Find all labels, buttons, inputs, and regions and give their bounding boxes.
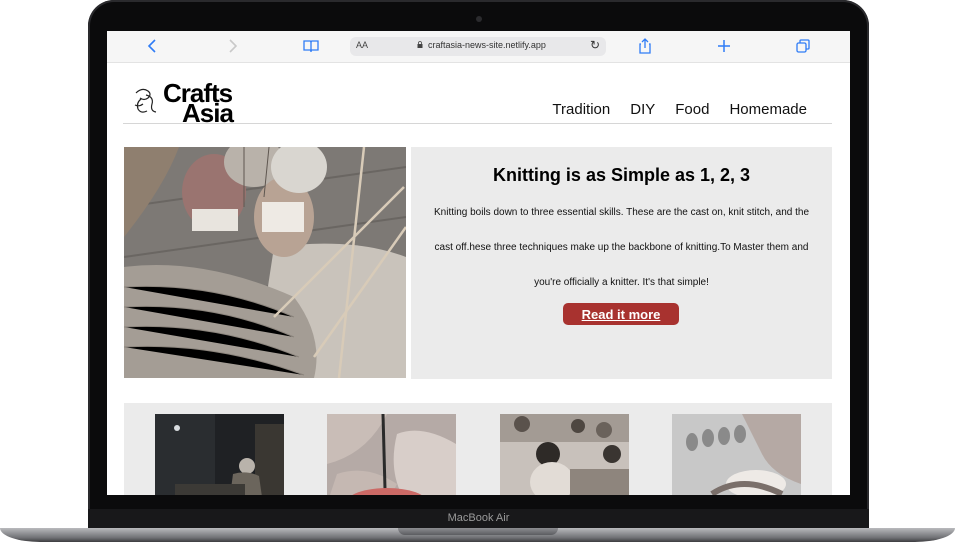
reload-icon[interactable]: ↻ — [590, 38, 600, 52]
hero-panel: Knitting is as Simple as 1, 2, 3 Knittin… — [411, 147, 832, 379]
nav-homemade[interactable]: Homemade — [729, 101, 807, 118]
main-nav: Tradition DIY Food Homemade — [552, 101, 807, 118]
read-more-button[interactable]: Read it more — [563, 303, 679, 325]
address-bar[interactable]: AA craftasia-news-site.netlify.app ↻ — [350, 37, 606, 56]
browser-toolbar: AA craftasia-news-site.netlify.app ↻ — [107, 31, 850, 63]
hero-title: Knitting is as Simple as 1, 2, 3 — [492, 165, 751, 185]
nav-tradition[interactable]: Tradition — [552, 101, 610, 118]
thumbnail-pottery[interactable] — [672, 414, 801, 495]
laptop-notch — [398, 528, 558, 535]
screen: AA craftasia-news-site.netlify.app ↻ Cra… — [107, 31, 850, 495]
book-icon[interactable] — [301, 36, 321, 56]
thumbnail-workshop[interactable] — [500, 414, 629, 495]
thumbnail-craftsman[interactable] — [155, 414, 284, 495]
hero-body: Knitting boils down to three essential s… — [433, 207, 810, 288]
plus-icon[interactable] — [714, 36, 734, 56]
back-icon[interactable] — [143, 36, 163, 56]
logo-icon — [134, 88, 157, 113]
site-header: Crafts Asia Tradition DIY Food Homemade — [123, 71, 832, 126]
thumbnail-painting[interactable] — [327, 414, 456, 495]
model-label: MacBook Air — [447, 512, 510, 524]
nav-diy[interactable]: DIY — [630, 101, 655, 118]
share-icon[interactable] — [635, 36, 655, 56]
nav-food[interactable]: Food — [675, 101, 709, 118]
tabs-icon[interactable] — [793, 36, 813, 56]
site-logo[interactable]: Crafts Asia — [163, 80, 234, 126]
forward-icon[interactable] — [222, 36, 242, 56]
laptop-hinge: MacBook Air — [88, 509, 869, 529]
thumbnail-strip — [124, 403, 832, 495]
url-text: craftasia-news-site.netlify.app — [428, 40, 546, 50]
camera-dot — [476, 16, 482, 22]
lock-icon — [417, 41, 423, 48]
text-size-button[interactable]: AA — [356, 40, 368, 50]
hero-image-knitting — [124, 147, 406, 378]
